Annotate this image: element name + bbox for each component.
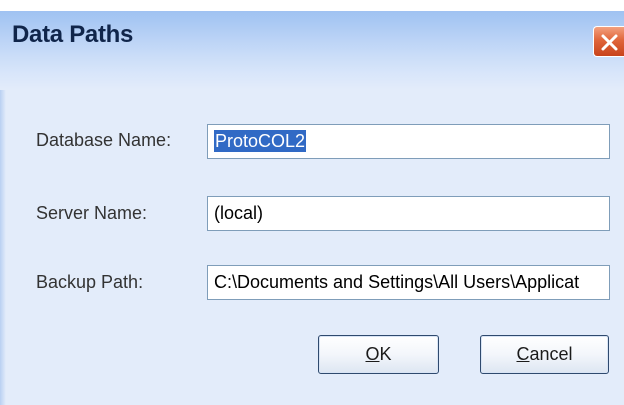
server-name-value: (local): [214, 203, 264, 223]
ok-button[interactable]: OK: [318, 335, 439, 374]
close-icon: [601, 34, 618, 51]
backup-path-value: C:\Documents and Settings\All Users\Appl…: [214, 272, 580, 292]
title-bar[interactable]: Data Paths: [0, 0, 624, 90]
backup-path-field[interactable]: C:\Documents and Settings\All Users\Appl…: [207, 265, 610, 300]
cancel-label-rest: ancel: [529, 344, 573, 364]
backup-path-label: Backup Path:: [36, 272, 144, 292]
data-paths-dialog: Data Paths Database Name: ProtoCOL2 Serv…: [0, 0, 624, 405]
cancel-access-key: C: [516, 344, 530, 364]
server-name-label: Server Name:: [36, 203, 148, 223]
database-name-label: Database Name:: [36, 130, 172, 150]
close-button[interactable]: [593, 26, 624, 57]
database-name-field[interactable]: ProtoCOL2: [207, 124, 610, 159]
cancel-button[interactable]: Cancel: [480, 335, 609, 374]
window-title: Data Paths: [12, 21, 134, 48]
database-name-value: ProtoCOL2: [214, 130, 307, 152]
server-name-field[interactable]: (local): [207, 196, 610, 231]
ok-access-key: O: [365, 344, 380, 364]
ok-label-rest: K: [379, 344, 392, 364]
